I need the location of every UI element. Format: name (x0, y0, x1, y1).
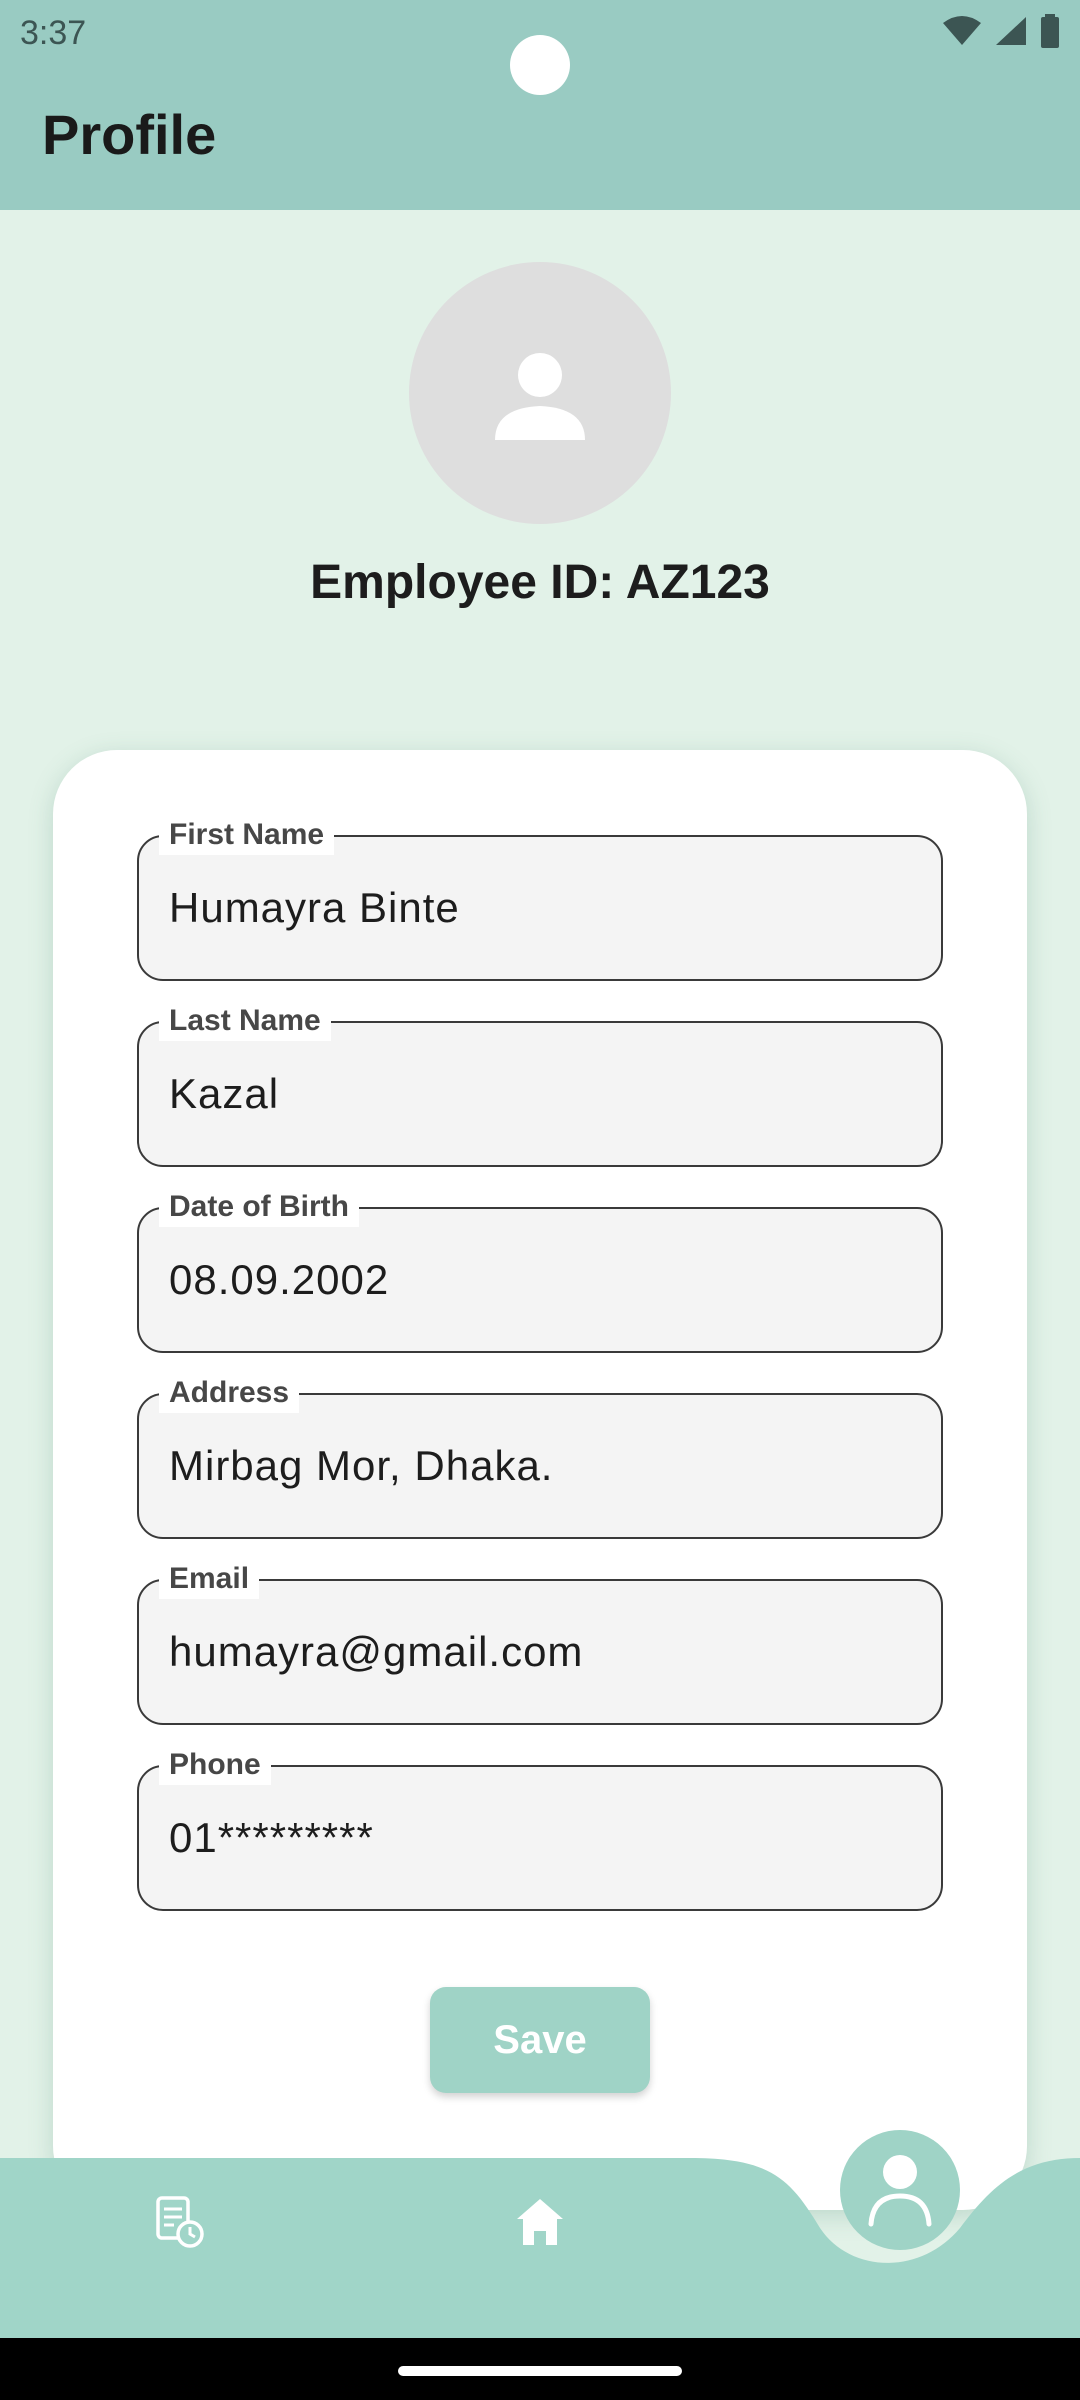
page-title: Profile (42, 103, 217, 166)
first-name-input[interactable]: Humayra Binte (169, 880, 917, 936)
date-of-birth-label: Date of Birth (159, 1187, 359, 1227)
first-name-label: First Name (159, 815, 335, 855)
address-label: Address (159, 1373, 300, 1413)
last-name-field[interactable]: Last Name Kazal (137, 1001, 943, 1167)
last-name-input[interactable]: Kazal (169, 1066, 917, 1122)
save-button[interactable]: Save (430, 1987, 650, 2093)
phone-input[interactable]: 01********* (169, 1810, 917, 1866)
phone-label: Phone (159, 1745, 271, 1785)
address-input[interactable]: Mirbag Mor, Dhaka. (169, 1438, 917, 1494)
nav-profile[interactable] (840, 2130, 960, 2250)
battery-icon (1041, 14, 1059, 48)
email-field[interactable]: Email humayra@gmail.com (137, 1559, 943, 1725)
phone-field[interactable]: Phone 01********* (137, 1745, 943, 1911)
last-name-label: Last Name (159, 1001, 331, 1041)
camera-cutout (510, 35, 570, 95)
nav-attendance[interactable] (150, 2192, 210, 2252)
status-time: 3:37 (20, 14, 87, 52)
app-bar: 3:37 Profile (0, 0, 1080, 210)
status-icons (942, 14, 1060, 48)
email-input[interactable]: humayra@gmail.com (169, 1624, 917, 1680)
first-name-field[interactable]: First Name Humayra Binte (137, 815, 943, 981)
address-field[interactable]: Address Mirbag Mor, Dhaka. (137, 1373, 943, 1539)
home-indicator[interactable] (398, 2366, 682, 2376)
nav-home[interactable] (510, 2192, 570, 2252)
employee-id: Employee ID: AZ123 (310, 556, 770, 609)
date-of-birth-input[interactable]: 08.09.2002 (169, 1252, 917, 1308)
profile-form-card: First Name Humayra Binte Last Name Kazal… (53, 750, 1027, 2210)
date-of-birth-field[interactable]: Date of Birth 08.09.2002 (137, 1187, 943, 1353)
email-label: Email (159, 1559, 260, 1599)
signal-icon (996, 17, 1026, 45)
attendance-history-icon (156, 2196, 204, 2248)
person-icon (495, 353, 585, 440)
avatar[interactable] (409, 262, 671, 524)
home-icon (517, 2199, 563, 2245)
wifi-icon (943, 16, 981, 45)
profile-icon (868, 2155, 932, 2227)
